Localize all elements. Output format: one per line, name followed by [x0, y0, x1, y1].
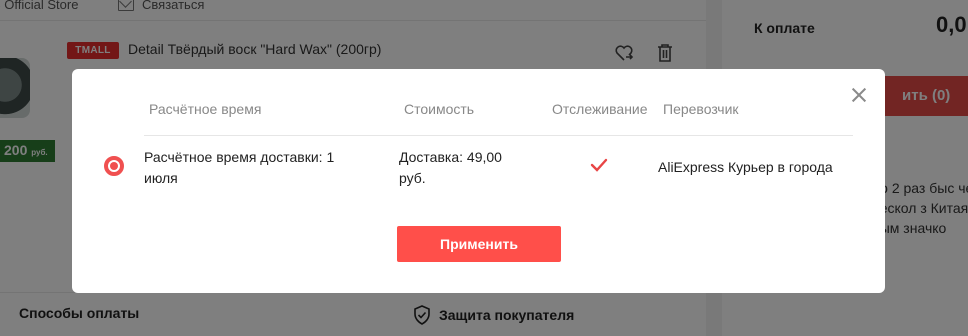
apply-button[interactable]: Применить — [397, 226, 561, 262]
shipping-option-radio[interactable] — [104, 156, 124, 176]
column-header-cost: Стоимость — [404, 101, 475, 117]
delivery-time: Расчётное время доставки: 1 июля — [144, 149, 335, 186]
close-icon[interactable] — [850, 86, 868, 104]
carrier-name: AliExpress Курьер в города — [658, 159, 833, 175]
header-divider — [144, 135, 853, 136]
shipping-method-dialog: Расчётное время Стоимость Отслеживание П… — [72, 69, 885, 293]
column-header-tracking: Отслеживание — [552, 101, 648, 117]
column-header-carrier: Перевозчик — [663, 101, 739, 117]
check-icon — [590, 158, 608, 172]
column-header-time: Расчётное время — [149, 101, 262, 117]
delivery-cost: Доставка: 49,00 руб. — [399, 149, 502, 186]
